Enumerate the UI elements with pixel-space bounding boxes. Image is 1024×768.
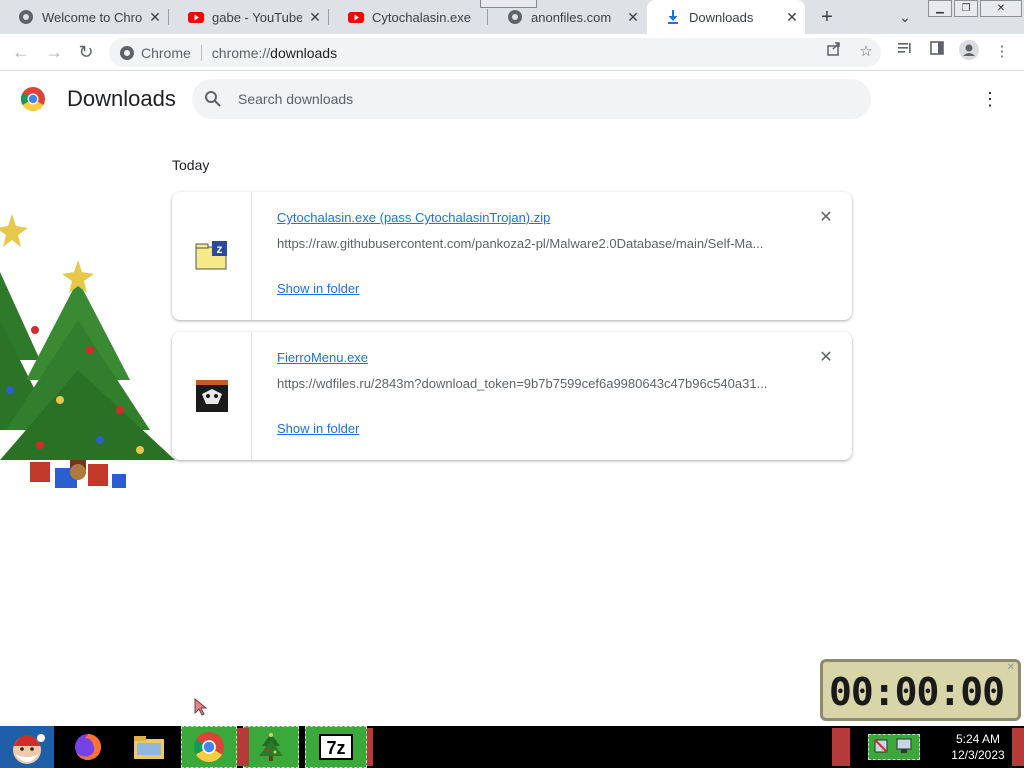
tab-close-icon[interactable]: ✕ bbox=[142, 9, 168, 26]
remove-close-icon[interactable]: ✕ bbox=[816, 348, 836, 368]
download-source-url[interactable]: https://wdfiles.ru/2843m?download_token=… bbox=[277, 376, 777, 391]
taskbar-file-explorer[interactable] bbox=[128, 726, 170, 768]
back-arrow-icon[interactable]: ← bbox=[9, 40, 33, 64]
7zip-icon: 7z bbox=[319, 734, 353, 760]
tab-separator bbox=[328, 9, 329, 25]
tab-title: anonfiles.com bbox=[531, 9, 612, 25]
download-filename-link[interactable]: Cytochalasin.exe (pass CytochalasinTroja… bbox=[277, 210, 550, 225]
clock-time: 5:24 AM bbox=[955, 732, 1001, 746]
window-controls: ▁ ❐ ✕ bbox=[928, 0, 1024, 18]
download-item: z Cytochalasin.exe (pass CytochalasinTro… bbox=[172, 192, 852, 320]
taskbar: 7z 5:24 AM 12/3/2023 bbox=[0, 726, 1024, 768]
address-bar[interactable]: Chrome chrome://downloads bbox=[109, 38, 881, 67]
download-icon bbox=[665, 9, 681, 25]
side-panel-icon[interactable] bbox=[925, 40, 949, 64]
tab-title: gabe - YouTube bbox=[212, 9, 302, 25]
christmas-tree-decoration bbox=[0, 214, 175, 488]
download-item: FierroMenu.exe https://wdfiles.ru/2843m?… bbox=[172, 332, 852, 460]
reload-icon[interactable]: ↻ bbox=[74, 40, 98, 64]
tab-title: Downloads bbox=[689, 9, 754, 25]
search-input[interactable] bbox=[238, 91, 838, 107]
show-in-folder-link[interactable]: Show in folder bbox=[277, 421, 359, 436]
browser-menu-icon[interactable]: ⋮ bbox=[990, 40, 1014, 64]
reading-list-icon[interactable] bbox=[893, 40, 917, 64]
taskbar-chrome[interactable] bbox=[181, 726, 237, 768]
bookmark-star-icon[interactable]: ☆ bbox=[854, 40, 878, 64]
tab-strip: Welcome to Chrome ✕ gabe - YouTube ✕ Cyt… bbox=[0, 0, 1024, 34]
window-close-button[interactable]: ✕ bbox=[980, 0, 1022, 17]
minimize-button[interactable]: ▁ bbox=[928, 0, 952, 17]
scheme-label: Chrome bbox=[141, 44, 191, 61]
chrome-icon bbox=[194, 732, 224, 762]
chrome-page-icon bbox=[120, 45, 134, 60]
share-icon[interactable] bbox=[822, 40, 846, 64]
youtube-icon bbox=[348, 9, 364, 25]
exe-app-icon bbox=[195, 380, 228, 412]
profile-avatar-icon[interactable] bbox=[957, 40, 981, 64]
svg-text:7z: 7z bbox=[326, 738, 345, 758]
search-icon bbox=[205, 91, 221, 107]
globe-icon bbox=[18, 9, 34, 25]
santa-start-icon bbox=[13, 734, 45, 764]
download-source-url[interactable]: https://raw.githubusercontent.com/pankoz… bbox=[277, 236, 777, 251]
taskbar-divider bbox=[367, 728, 373, 766]
show-in-folder-link[interactable]: Show in folder bbox=[277, 281, 359, 296]
zip-archive-icon: z bbox=[195, 241, 227, 270]
remove-close-icon[interactable]: ✕ bbox=[816, 208, 836, 228]
christmas-tree-icon bbox=[259, 733, 283, 761]
tab-separator bbox=[487, 9, 488, 25]
timer-display: 00:00:00 bbox=[829, 670, 1005, 714]
taskbar-firefox[interactable] bbox=[66, 726, 110, 768]
download-filename-link[interactable]: FierroMenu.exe bbox=[277, 350, 368, 365]
search-downloads-bar[interactable] bbox=[192, 79, 871, 119]
tab-youtube-gabe[interactable]: gabe - YouTube ✕ bbox=[170, 0, 328, 34]
mouse-cursor-icon bbox=[194, 698, 208, 716]
downloads-header: Downloads ⋮ bbox=[0, 72, 1024, 126]
show-desktop-button[interactable] bbox=[1012, 728, 1024, 766]
tab-cytochalasin[interactable]: Cytochalasin.exe bbox=[330, 0, 487, 34]
restore-button[interactable]: ❐ bbox=[954, 0, 978, 17]
url-prefix: chrome:// bbox=[211, 44, 271, 61]
system-clock[interactable]: 5:24 AM 12/3/2023 bbox=[948, 731, 1008, 763]
clock-date: 12/3/2023 bbox=[951, 748, 1005, 762]
start-button[interactable] bbox=[0, 726, 54, 768]
tab-title: Cytochalasin.exe bbox=[372, 9, 471, 25]
forward-arrow-icon[interactable]: → bbox=[42, 40, 66, 64]
network-tray-icon bbox=[874, 738, 912, 753]
url-path: downloads bbox=[270, 44, 338, 61]
tab-search-chevron-icon[interactable]: ⌄ bbox=[893, 5, 917, 29]
tray-icons[interactable] bbox=[868, 734, 920, 760]
tab-anonfiles[interactable]: anonfiles.com ✕ bbox=[489, 0, 646, 34]
tab-close-icon[interactable]: ✕ bbox=[302, 9, 328, 26]
downloads-menu-icon[interactable]: ⋮ bbox=[978, 87, 1002, 111]
date-section-label: Today bbox=[172, 157, 210, 173]
toolbar: ← → ↻ Chrome chrome://downloads ☆ ⋮ bbox=[0, 34, 1024, 71]
taskbar-divider bbox=[237, 728, 249, 766]
youtube-icon bbox=[188, 9, 204, 25]
tab-close-icon[interactable]: ✕ bbox=[779, 9, 805, 26]
tab-separator bbox=[168, 9, 169, 25]
new-tab-button[interactable]: + bbox=[815, 5, 839, 29]
firefox-icon bbox=[75, 734, 101, 760]
page-title: Downloads bbox=[67, 86, 176, 111]
tab-close-icon[interactable]: ✕ bbox=[620, 9, 646, 26]
file-explorer-icon bbox=[134, 736, 164, 759]
tab-downloads[interactable]: Downloads ✕ bbox=[647, 0, 805, 34]
omnibox-divider bbox=[200, 44, 202, 61]
tab-title: Welcome to Chrome bbox=[42, 9, 142, 25]
url-text: chrome://downloads bbox=[212, 45, 337, 61]
taskbar-7zip[interactable]: 7z bbox=[305, 726, 367, 768]
taskbar-christmas-tree[interactable] bbox=[243, 726, 299, 768]
svg-text:z: z bbox=[216, 242, 222, 256]
tab-welcome[interactable]: Welcome to Chrome ✕ bbox=[0, 0, 168, 34]
tray-decoration bbox=[832, 728, 850, 766]
chrome-logo-icon bbox=[21, 87, 45, 111]
file-icon-column: z bbox=[172, 192, 252, 320]
globe-icon bbox=[507, 9, 523, 25]
countdown-timer-widget[interactable]: 00:00:00 ✕ bbox=[820, 659, 1021, 721]
file-icon-column bbox=[172, 332, 252, 460]
screen: { "browser": { "tabs": [ {"title": "Welc… bbox=[0, 0, 1024, 768]
timer-close-icon[interactable]: ✕ bbox=[1007, 662, 1015, 673]
